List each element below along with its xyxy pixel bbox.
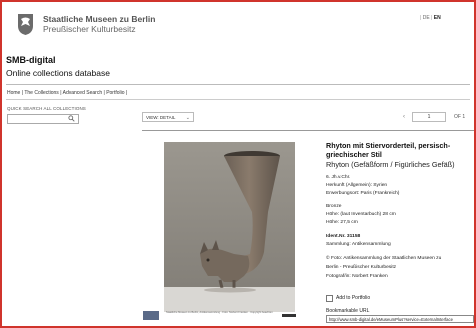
page-frame: Staatliche Museen zu Berlin Preußischer … [0,0,476,328]
nav-advanced-search[interactable]: Advanced Search [63,90,102,96]
add-to-portfolio-checkbox[interactable] [326,295,333,302]
image-credit-bar [282,314,296,317]
object-origin: Herkunft (Allgemein): Syrien [326,183,388,188]
view-select[interactable]: VIEW: DETAIL ⌄ [142,112,194,122]
bookmark-url-field[interactable]: http://www.smb-digital.de/eMuseumPlus?se… [326,315,474,323]
lang-de-link[interactable]: DE [423,15,430,21]
bookmark-label: Bookmarkable URL [326,308,370,314]
photographer: Fotograf/in: Norbert Franken [326,274,388,279]
search-icon[interactable] [68,115,75,122]
lang-en-link[interactable]: EN [434,15,441,21]
object-image[interactable] [164,142,295,312]
eagle-logo-icon[interactable] [15,12,36,36]
object-height: Höhe: 27,5 cm [326,220,358,225]
site-title: SMB-digital [6,55,56,65]
content-divider [142,130,474,131]
language-switch: | DE | EN [420,15,441,21]
page-total: OF 1 [454,114,466,120]
org-name[interactable]: Staatliche Museen zu Berlin [43,14,155,24]
museum-logo-icon [143,311,159,320]
photo-credit-line-1: © Foto: Antikensammlung der Staatlichen … [326,256,442,261]
main-nav: Home | The Collections | Advanced Search… [7,90,128,96]
object-material: Bronze [326,204,342,209]
object-title: Rhyton mit Stiervorderteil, persisch-gri… [326,141,451,159]
org-subtitle: Preußischer Kulturbesitz [43,24,136,34]
quick-search-label: QUICK SEARCH ALL COLLECTIONS [7,106,86,111]
image-credit: Staatliche Museen zu Berlin, Antikensamm… [166,311,273,314]
object-type: Rhyton (Gefäßform / Figürliches Gefäß) [326,160,455,169]
rhyton-illustration [164,142,295,312]
object-collection: Sammlung: Antikensammlung [326,242,391,247]
chevron-down-icon: ⌄ [185,115,190,121]
page-number-input[interactable]: 1 [412,112,446,122]
nav-home[interactable]: Home [7,90,20,96]
nav-divider [6,99,470,100]
nav-portfolio[interactable]: Portfolio [106,90,124,96]
object-acquisition: Erwerbungsort: Paris (Frankreich) [326,191,400,196]
object-ident-number: Ident.Nr. 31158 [326,234,361,239]
add-to-portfolio-label[interactable]: Add to Portfolio [336,295,370,301]
page-prev-button[interactable]: ‹ [400,113,408,122]
object-height-inventory: Höhe: (laut Inventarbuch) 28 cm [326,212,396,217]
view-select-label: VIEW: DETAIL [146,115,176,120]
header-divider [6,84,470,85]
site-subtitle: Online collections database [6,68,110,78]
nav-collections[interactable]: The Collections [24,90,58,96]
photo-credit-line-2: Berlin - Preußischer Kulturbesitz [326,265,397,270]
object-date: 6. Jh.v.Chr. [326,175,351,180]
